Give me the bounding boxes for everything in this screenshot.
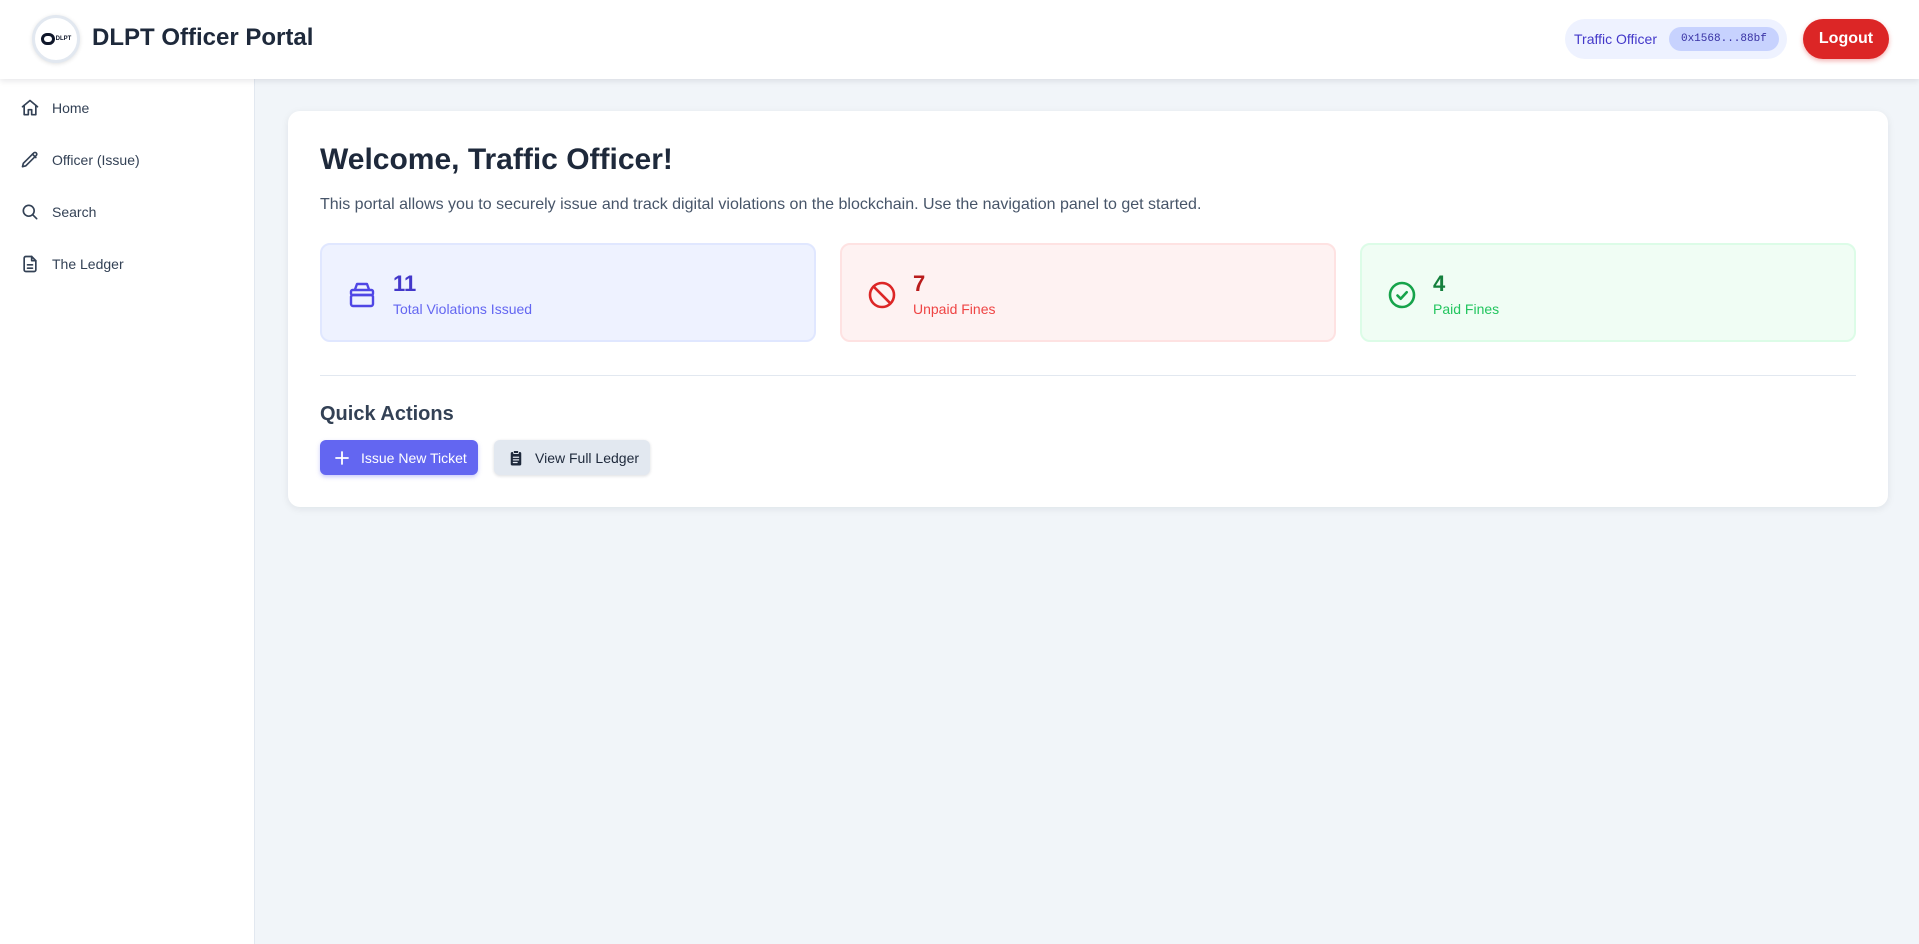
sidebar-item-label: Home [52, 100, 90, 116]
logo-text: DLPT [55, 36, 72, 42]
stat-value: 4 [1433, 271, 1446, 296]
top-header: DLPT DLPT Officer Portal Traffic Officer… [0, 0, 1919, 79]
app-logo[interactable]: DLPT [32, 15, 80, 63]
stat-label: Unpaid Fines [913, 301, 996, 317]
wallet-address: 0x1568...88bf [1668, 27, 1779, 51]
document-icon [23, 255, 37, 273]
stat-card-unpaid-fines: 7 Unpaid Fines [840, 243, 1336, 342]
intro-text: This portal allows you to securely issue… [320, 196, 1202, 213]
section-divider [320, 375, 1856, 376]
view-full-ledger-button[interactable]: View Full Ledger [494, 440, 650, 475]
stat-label: Total Violations Issued [393, 301, 533, 317]
check-circle-icon [1388, 281, 1416, 309]
sidebar-item-label: The Ledger [52, 256, 124, 272]
home-icon [21, 99, 39, 116]
sidebar-item-officer-issue[interactable]: Officer (Issue) [0, 140, 254, 180]
sidebar-item-home[interactable]: Home [0, 88, 254, 128]
issue-new-ticket-button[interactable]: Issue New Ticket [320, 440, 478, 475]
stat-label: Paid Fines [1433, 301, 1500, 317]
sidebar-item-ledger[interactable]: The Ledger [0, 244, 254, 284]
logo-ring-shape [40, 33, 55, 45]
stat-value: 11 [393, 271, 417, 296]
stack-icon [349, 282, 375, 308]
button-label: View Full Ledger [535, 449, 640, 466]
pencil-icon [21, 151, 38, 168]
quick-actions-title: Quick Actions [320, 403, 454, 425]
button-label: Issue New Ticket [361, 449, 467, 466]
ban-icon [868, 281, 896, 309]
sidebar-item-label: Search [52, 204, 97, 220]
search-icon [22, 204, 38, 220]
page-title: Welcome, Traffic Officer! [320, 143, 673, 176]
user-role: Traffic Officer [1574, 31, 1657, 47]
sidebar-item-search[interactable]: Search [0, 192, 254, 232]
logout-button[interactable]: Logout [1803, 19, 1889, 59]
clipboard-icon [510, 449, 522, 465]
sidebar: Home Officer (Issue) Search The Ledger [0, 79, 255, 944]
stat-card-paid-fines: 4 Paid Fines [1360, 243, 1856, 342]
dashboard-card: Welcome, Traffic Officer! This portal al… [288, 111, 1888, 507]
stat-value: 7 [913, 271, 926, 296]
stat-card-total-violations: 11 Total Violations Issued [320, 243, 816, 342]
user-badge: Traffic Officer 0x1568...88bf [1565, 19, 1787, 59]
sidebar-item-label: Officer (Issue) [52, 152, 140, 168]
plus-icon [335, 450, 349, 465]
app-title: DLPT Officer Portal [92, 24, 314, 51]
logo-mark: DLPT [40, 33, 72, 45]
